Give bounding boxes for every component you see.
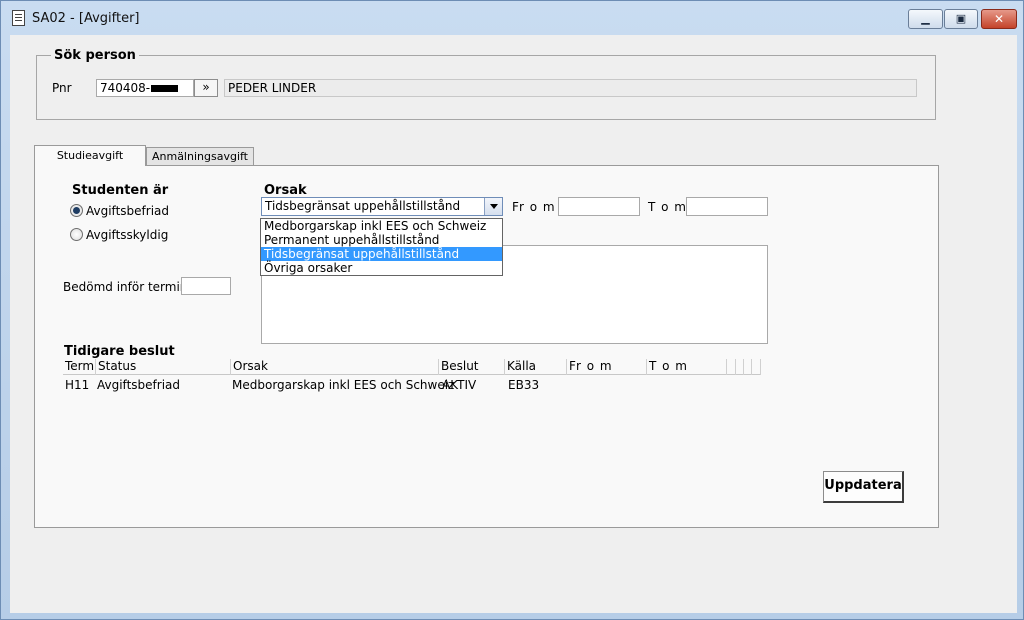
minimize-button[interactable]: ▁	[908, 9, 943, 29]
maximize-button[interactable]: ▣	[944, 9, 978, 29]
column-header-extra[interactable]	[752, 359, 761, 375]
to-label: T o m	[648, 200, 687, 214]
radio-avgiftsskyldig-label: Avgiftsskyldig	[86, 228, 169, 242]
column-header-beslut[interactable]: Beslut	[439, 359, 505, 375]
column-header-extra[interactable]	[727, 359, 736, 375]
radio-avgiftsbefriad-label: Avgiftsbefriad	[86, 204, 169, 218]
radio-avgiftsskyldig[interactable]	[70, 228, 83, 241]
term-label: Bedömd inför termin	[63, 280, 188, 294]
column-header-from[interactable]: Fr o m	[567, 359, 647, 375]
tab-content: Studenten är Avgiftsbefriad Avgiftsskyld…	[10, 35, 1017, 613]
update-button[interactable]: Uppdatera	[823, 471, 904, 503]
reason-select[interactable]: Tidsbegränsat uppehållstillstånd	[261, 197, 503, 216]
column-header-kalla[interactable]: Källa	[505, 359, 567, 375]
from-label: Fr o m	[512, 200, 556, 214]
to-input[interactable]	[686, 197, 768, 216]
reason-heading: Orsak	[264, 183, 307, 198]
app-window: SA02 - [Avgifter] ▁ ▣ ✕ Sök person Pnr 7…	[0, 0, 1024, 620]
title-bar: SA02 - [Avgifter] ▁ ▣ ✕	[1, 1, 1023, 35]
student-heading: Studenten är	[72, 183, 169, 198]
term-input[interactable]	[181, 277, 231, 295]
window-title: SA02 - [Avgifter]	[32, 11, 140, 26]
column-header-extra[interactable]	[744, 359, 752, 375]
column-header-status[interactable]: Status	[96, 359, 231, 375]
close-button[interactable]: ✕	[981, 9, 1017, 29]
reason-option[interactable]: Permanent uppehållstillstånd	[261, 233, 502, 247]
cell-termin: H11	[65, 378, 90, 392]
column-header-orsak[interactable]: Orsak	[231, 359, 439, 375]
from-input[interactable]	[558, 197, 640, 216]
column-header-termin[interactable]: Termi	[63, 359, 96, 375]
client-area: Sök person Pnr 740408- » PEDER LINDER St…	[10, 35, 1017, 613]
document-icon	[12, 10, 25, 26]
cell-status: Avgiftsbefriad	[97, 378, 180, 392]
reason-dropdown: Medborgarskap inkl EES och Schweiz Perma…	[260, 218, 503, 276]
reason-option[interactable]: Medborgarskap inkl EES och Schweiz	[261, 219, 502, 233]
cell-beslut: AKTIV	[442, 378, 477, 392]
chevron-down-icon[interactable]	[484, 198, 502, 215]
reason-option-selected[interactable]: Tidsbegränsat uppehållstillstånd	[261, 247, 502, 261]
history-heading: Tidigare beslut	[64, 344, 175, 359]
history-grid-header: Termi Status Orsak Beslut Källa Fr o m T…	[63, 359, 761, 375]
reason-selected-value: Tidsbegränsat uppehållstillstånd	[265, 199, 461, 213]
column-header-extra[interactable]	[736, 359, 744, 375]
radio-avgiftsbefriad[interactable]	[70, 204, 83, 217]
cell-orsak: Medborgarskap inkl EES och Schweiz	[232, 378, 455, 392]
column-header-to[interactable]: T o m	[647, 359, 727, 375]
cell-kalla: EB33	[508, 378, 540, 392]
reason-option[interactable]: Övriga orsaker	[261, 261, 502, 275]
